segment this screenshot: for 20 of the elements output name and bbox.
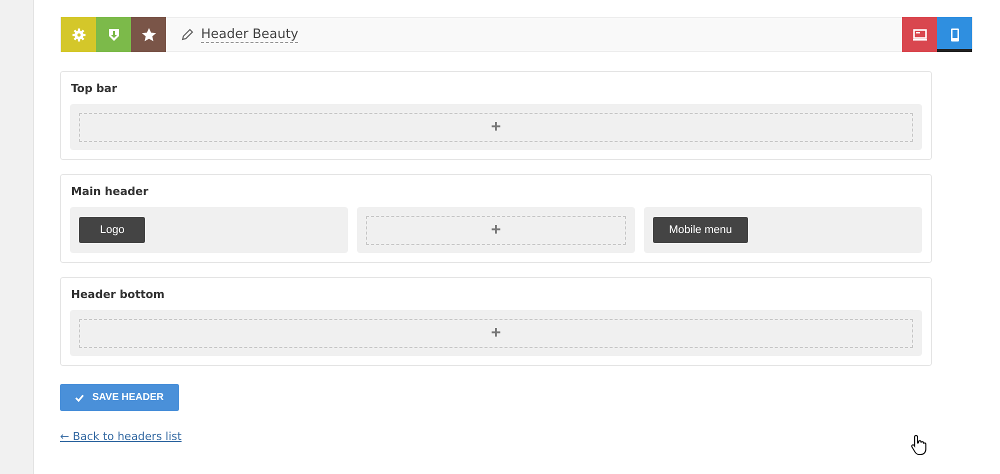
desktop-view-tab[interactable] (902, 17, 937, 52)
settings-icon (70, 26, 86, 42)
add-element-button[interactable]: + (79, 112, 913, 142)
back-link[interactable]: ← Back to headers list (60, 430, 182, 443)
star-icon (140, 26, 156, 42)
header-title[interactable]: Header Beauty (201, 26, 298, 42)
add-element-button[interactable]: + (366, 216, 626, 244)
hand-cursor-icon (910, 434, 928, 456)
star-button[interactable] (131, 17, 166, 52)
save-button[interactable]: SAVE HEADER (60, 384, 179, 411)
monitor-icon (912, 26, 928, 42)
section-title: Header bottom (70, 288, 166, 301)
element-chip[interactable]: Mobile menu (653, 217, 748, 243)
section-title: Main header (70, 185, 150, 198)
check-icon (75, 394, 84, 402)
pencil-icon (181, 28, 194, 41)
mobile-view-tab[interactable] (937, 17, 972, 52)
section-title: Top bar (70, 82, 118, 95)
add-element-button[interactable]: + (79, 318, 913, 348)
element-chip[interactable]: Logo (79, 217, 146, 243)
